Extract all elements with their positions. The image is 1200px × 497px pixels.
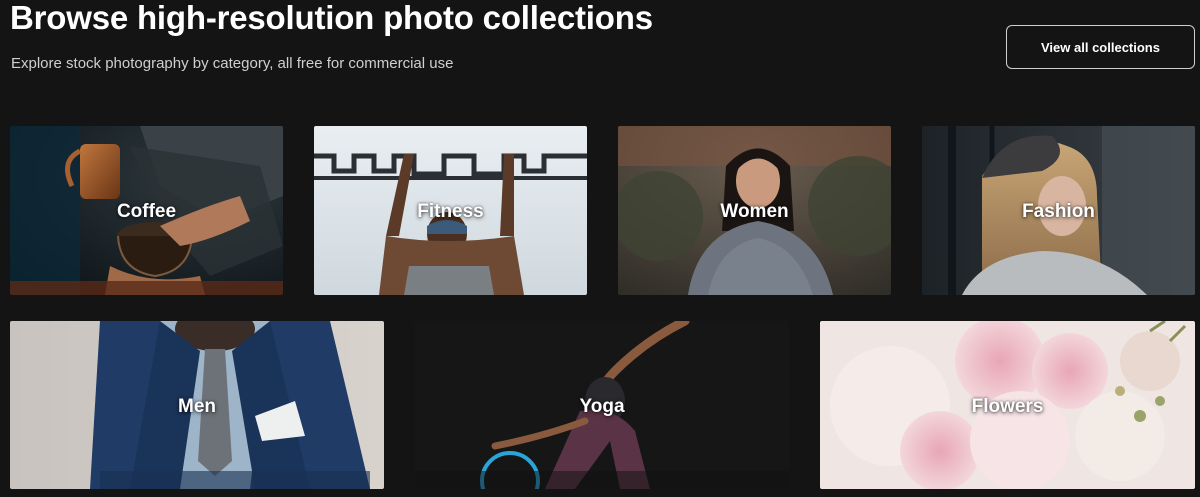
- collection-label-men: Men: [178, 396, 216, 417]
- collection-tile-flowers[interactable]: Flowers: [820, 321, 1195, 489]
- collection-tile-yoga[interactable]: Yoga: [415, 321, 789, 489]
- collection-tile-fashion[interactable]: Fashion: [922, 126, 1195, 295]
- collection-label-coffee: Coffee: [116, 201, 177, 222]
- view-all-collections-button[interactable]: View all collections: [1006, 25, 1195, 69]
- collection-tile-fitness[interactable]: Fitness: [314, 126, 587, 295]
- collection-label-flowers: Flowers: [971, 396, 1044, 417]
- collection-label-fitness: Fitness: [417, 201, 484, 222]
- collection-tile-men[interactable]: Men: [10, 321, 384, 489]
- collection-tile-coffee[interactable]: Coffee: [10, 126, 283, 295]
- collection-label-women: Women: [720, 201, 789, 222]
- page-title: Browse high-resolution photo collections: [10, 0, 653, 36]
- collection-tile-women[interactable]: Women: [618, 126, 891, 295]
- collection-label-yoga: Yoga: [579, 396, 625, 417]
- collection-label-fashion: Fashion: [1022, 201, 1095, 222]
- page-subtitle: Explore stock photography by category, a…: [11, 55, 454, 72]
- collections-page: Browse high-resolution photo collections…: [0, 0, 1200, 497]
